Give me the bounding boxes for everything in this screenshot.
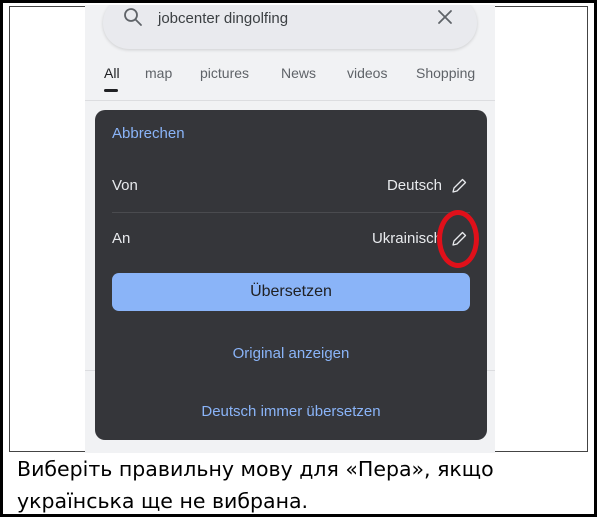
tab-shopping[interactable]: Shopping [416,65,475,81]
tab-pictures[interactable]: pictures [200,65,249,81]
tab-map[interactable]: map [145,65,172,81]
cancel-button[interactable]: Abbrechen [112,125,185,142]
tab-news[interactable]: News [281,65,316,81]
active-tab-indicator [104,89,118,92]
instruction-frame: jobcenter dingolfing All map pictures Ne… [0,0,597,517]
search-tabs: All map pictures News videos Shopping [85,65,495,95]
instruction-caption: Виберіть правильну мову для «Пера», якщо… [17,457,494,513]
translate-button[interactable]: Übersetzen [112,273,470,311]
tab-all[interactable]: All [104,65,120,81]
search-bar[interactable]: jobcenter dingolfing [103,5,477,49]
source-language-value: Deutsch [386,177,442,194]
highlight-circle [437,210,479,268]
tab-videos[interactable]: videos [347,65,387,81]
phone-screenshot: jobcenter dingolfing All map pictures Ne… [85,5,495,453]
screenshot-panel: jobcenter dingolfing All map pictures Ne… [9,5,588,453]
row-divider [112,212,470,213]
close-icon[interactable] [435,7,455,27]
search-icon[interactable] [123,7,143,27]
target-language-row[interactable]: An Ukrainisch [112,217,470,261]
target-language-label: An [112,230,131,247]
source-language-row[interactable]: Von Deutsch [112,164,470,208]
pencil-icon[interactable] [450,177,468,195]
always-translate-button[interactable]: Deutsch immer übersetzen [95,403,487,420]
target-language-value: Ukrainisch [371,230,442,247]
translate-sheet: Abbrechen Von Deutsch An Ukrainisch Über… [95,110,487,440]
search-input[interactable]: jobcenter dingolfing [158,10,288,27]
show-original-button[interactable]: Original anzeigen [95,345,487,362]
divider [85,100,495,101]
source-language-label: Von [112,177,138,194]
